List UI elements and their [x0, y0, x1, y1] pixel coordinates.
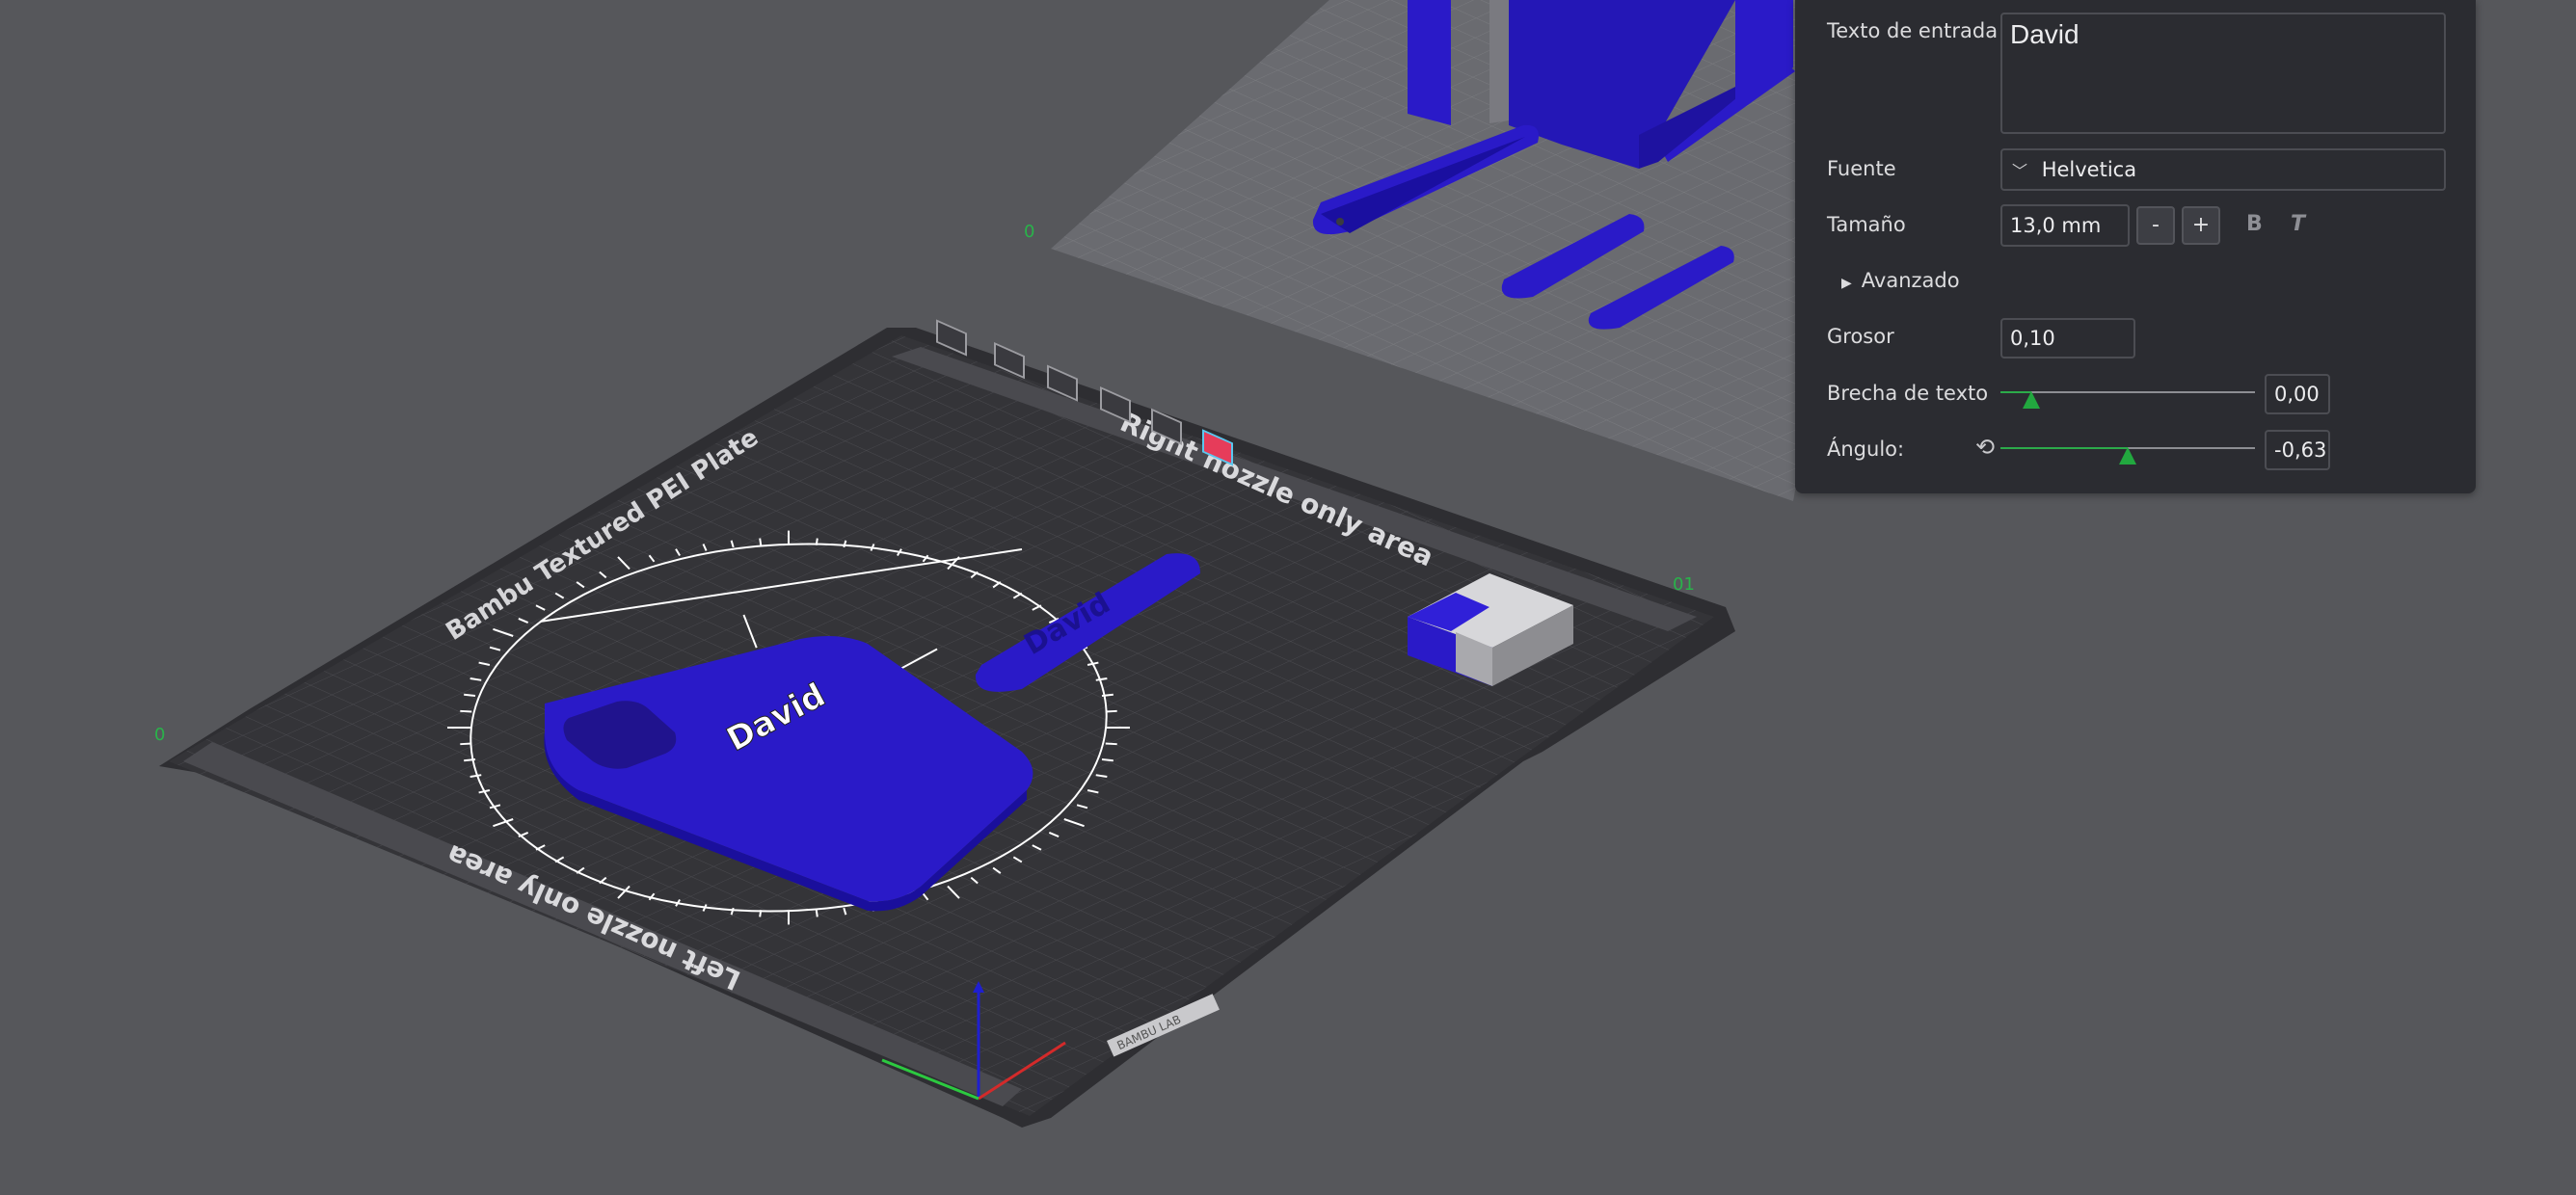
- bold-icon[interactable]: B: [2246, 212, 2263, 236]
- text-input-value: David: [2010, 19, 2080, 49]
- gizmo-tick: [464, 757, 476, 762]
- gizmo-tick: [759, 910, 763, 917]
- input-label: Texto de entrada: [1827, 19, 1999, 42]
- font-label: Fuente: [1827, 157, 1896, 180]
- angle-slider-fill: [2000, 447, 2128, 449]
- chevron-down-icon: ﹀: [2012, 162, 2028, 180]
- plate-index-left: 0: [154, 725, 165, 745]
- plate-index-top: 0: [1024, 222, 1034, 242]
- text-tool-panel: Texto de entrada David Fuente ﹀ Helvetic…: [1795, 0, 2476, 493]
- angle-slider-thumb[interactable]: [2119, 447, 2136, 465]
- size-increase-button[interactable]: +: [2182, 206, 2220, 245]
- gizmo-tick: [815, 538, 818, 545]
- gap-value-field[interactable]: 0,00: [2265, 374, 2330, 414]
- gap-slider-thumb[interactable]: [2023, 391, 2040, 409]
- gizmo-tick: [460, 709, 472, 713]
- gap-label: Brecha de texto: [1827, 382, 1989, 405]
- plate-index-right: 01: [1673, 574, 1695, 595]
- size-label: Tamaño: [1827, 213, 1906, 236]
- gap-value: 0,00: [2274, 383, 2320, 406]
- gizmo-tick: [460, 742, 472, 746]
- angle-label: Ángulo:: [1827, 438, 1905, 461]
- gizmo-tick: [759, 538, 763, 545]
- gizmo-tick: [815, 910, 818, 917]
- gizmo-tick: [464, 693, 476, 698]
- angle-slider[interactable]: [2000, 432, 2255, 465]
- size-decrease-button[interactable]: -: [2136, 206, 2175, 245]
- angle-value: -0,63: [2274, 438, 2327, 462]
- text-input-field[interactable]: David: [2000, 13, 2446, 134]
- advanced-label: Avanzado: [1861, 269, 1960, 292]
- thickness-input-value: 0,10: [2010, 327, 2055, 350]
- font-select-value: Helvetica: [2041, 158, 2137, 181]
- angle-value-field[interactable]: -0,63: [2265, 430, 2330, 470]
- gizmo-tick: [1105, 709, 1117, 713]
- size-input-value: 13,0 mm: [2010, 214, 2102, 237]
- size-input[interactable]: 13,0 mm: [2000, 204, 2130, 247]
- reset-rotation-icon[interactable]: ⟲: [1975, 434, 1995, 461]
- gizmo-tick: [1105, 742, 1117, 746]
- gap-slider[interactable]: [2000, 376, 2255, 409]
- gizmo-tick: [1101, 757, 1114, 762]
- font-select[interactable]: ﹀ Helvetica: [2000, 148, 2446, 191]
- gizmo-tick: [1101, 693, 1114, 698]
- italic-icon[interactable]: T: [2291, 212, 2305, 236]
- thickness-label: Grosor: [1827, 325, 1894, 348]
- advanced-toggle[interactable]: ▶ Avanzado: [1841, 269, 1960, 292]
- triangle-right-icon: ▶: [1841, 276, 1852, 291]
- thickness-input[interactable]: 0,10: [2000, 318, 2135, 358]
